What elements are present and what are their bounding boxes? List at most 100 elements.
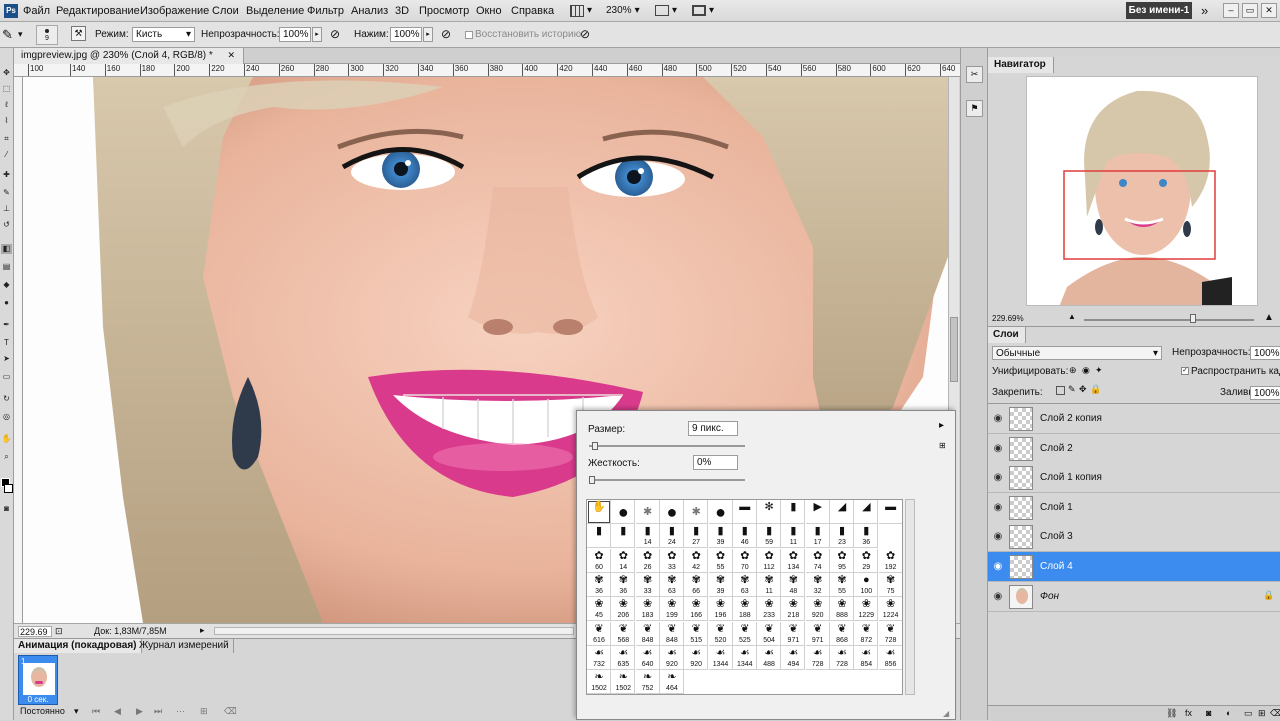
brush-preset[interactable]: ▮ 27 [684, 524, 709, 549]
document-tab[interactable]: imgpreview.jpg @ 230% (Слой 4, RGB/8) * … [14, 48, 244, 64]
brush-preset[interactable]: ✿ 192 [878, 548, 902, 573]
zoom-slider-knob[interactable] [1190, 314, 1196, 323]
brush-preset[interactable]: ☙ 640 [635, 645, 660, 670]
scroll-thumb[interactable] [950, 317, 958, 382]
brush-preset[interactable]: ❀ 183 [635, 597, 660, 622]
zoom-in-icon[interactable]: ▲ [1264, 312, 1274, 323]
brush-size-input[interactable]: 9 пикс. [688, 421, 738, 436]
brush-preset[interactable]: ✻ [757, 500, 782, 524]
arrange-documents-button[interactable]: ▾ [655, 3, 677, 18]
brush-preset[interactable]: ☙ 1344 [708, 645, 733, 670]
brush-preset[interactable]: ❀ 206 [611, 597, 636, 622]
brush-preset[interactable]: ● [659, 500, 684, 524]
brush-preset[interactable]: ✿ 33 [659, 548, 684, 573]
pen-tool-icon[interactable]: ✒ [1, 320, 12, 330]
tool-preset-dropdown-icon[interactable]: ▾ [18, 29, 23, 40]
zoom-level-dropdown[interactable]: 230% ▾ [606, 3, 640, 18]
brush-hardness-slider-knob[interactable] [589, 476, 595, 484]
brush-preset[interactable]: ✿ 74 [805, 548, 830, 573]
brush-preset[interactable]: ❦ 971 [805, 621, 830, 646]
brush-preset[interactable]: ❀ 1229 [854, 597, 879, 622]
brush-preset[interactable]: ☙ 494 [781, 645, 806, 670]
brush-preset[interactable]: ▮ 59 [757, 524, 782, 549]
brush-preset[interactable]: ❀ 196 [708, 597, 733, 622]
brush-preset[interactable]: ✿ 42 [684, 548, 709, 573]
menu-select[interactable]: Выделение [246, 5, 304, 17]
crop-tool-icon[interactable]: ⌗ [1, 134, 12, 144]
brush-preset[interactable]: ☙ 635 [611, 645, 636, 670]
chevron-down-icon[interactable]: ▾ [74, 706, 79, 717]
move-tool-icon[interactable]: ✥ [1, 68, 12, 78]
brush-preset[interactable]: ✿ 70 [732, 548, 757, 573]
brush-preset[interactable]: ❀ 1224 [878, 597, 902, 622]
blur-tool-icon[interactable]: ◆ [1, 280, 12, 290]
delete-frame-icon[interactable]: ⌫ [224, 706, 237, 717]
brush-preset[interactable]: ✾ 63 [659, 572, 684, 597]
more-workspaces-icon[interactable]: » [1201, 3, 1208, 18]
menu-edit[interactable]: Редактирование [56, 5, 140, 17]
brush-hardness-input[interactable]: 0% [693, 455, 738, 470]
menu-analysis[interactable]: Анализ [351, 5, 388, 17]
lock-pixels-icon[interactable]: ✎ [1068, 384, 1076, 395]
brush-preset[interactable]: ☙ 854 [854, 645, 879, 670]
brush-size-slider[interactable] [589, 442, 745, 450]
brush-preset[interactable]: ▬ [878, 500, 902, 524]
mode-dropdown[interactable]: Кисть ▾ [132, 27, 195, 42]
menu-help[interactable]: Справка [511, 5, 554, 17]
screen-layout-button[interactable]: ▾ [692, 3, 714, 18]
screen-mode-button[interactable]: ▾ [570, 3, 592, 18]
brush-preset[interactable]: ❦ 568 [611, 621, 636, 646]
navigator-title[interactable]: Навигатор [988, 57, 1054, 73]
close-icon[interactable]: ✕ [227, 48, 235, 63]
brush-preset[interactable]: ✿ 29 [854, 548, 879, 573]
zoom-out-icon[interactable]: ▲ [1068, 312, 1076, 321]
brush-preset[interactable]: ✾ 48 [781, 572, 806, 597]
brush-preset[interactable]: ✾ 75 [878, 572, 902, 597]
navigator-zoom-slider[interactable] [1084, 319, 1254, 321]
opacity-slider-arrow-icon[interactable]: ▸ [312, 27, 322, 42]
brush-preset[interactable]: ☙ 728 [830, 645, 854, 670]
brush-preset[interactable]: ▮ 14 [635, 524, 660, 549]
layer-row[interactable]: ◉ Слой 4 [988, 552, 1280, 582]
brush-preset[interactable]: ▮ 23 [830, 524, 854, 549]
new-layer-icon[interactable]: ⊞ [1258, 708, 1266, 719]
menu-view[interactable]: Просмотр [419, 5, 469, 17]
brush-preset[interactable]: ❧ 464 [659, 670, 684, 694]
visibility-eye-icon[interactable]: ◉ [992, 591, 1004, 602]
zoom-status-icon[interactable]: ⊡ [55, 626, 63, 637]
brush-preset[interactable]: ❧ 752 [635, 670, 660, 694]
brush-preset[interactable]: ❦ 848 [659, 621, 684, 646]
visibility-eye-icon[interactable]: ◉ [992, 413, 1004, 424]
brush-preset[interactable]: ✿ 55 [708, 548, 733, 573]
visibility-eye-icon[interactable]: ◉ [992, 561, 1004, 572]
layers-title[interactable]: Слои [988, 327, 1026, 343]
background-color-swatch[interactable] [4, 484, 13, 493]
quick-mask-icon[interactable]: ◙ [1, 504, 12, 514]
brush-preset[interactable]: ❦ 868 [830, 621, 854, 646]
brush-preset[interactable]: ❦ 515 [684, 621, 709, 646]
healing-tool-icon[interactable]: ✚ [1, 170, 12, 180]
ps-logo-icon[interactable]: Ps [4, 4, 18, 18]
brush-preset[interactable]: ☙ 920 [659, 645, 684, 670]
opacity-input[interactable]: 100% [279, 27, 311, 42]
visibility-eye-icon[interactable]: ◉ [992, 502, 1004, 513]
lasso-tool-icon[interactable]: ℓ [1, 100, 12, 110]
brush-size-slider-knob[interactable] [592, 442, 598, 450]
pressure-input[interactable]: 100% [390, 27, 422, 42]
propagate-frame-checkbox[interactable]: ✓ [1181, 367, 1189, 375]
new-brush-preset-icon[interactable]: ⊞ [939, 441, 946, 450]
brush-preset[interactable]: ✿ 134 [781, 548, 806, 573]
visibility-eye-icon[interactable]: ◉ [992, 531, 1004, 542]
brush-preset[interactable]: ● 100 [854, 572, 879, 597]
brush-preset[interactable]: ▮ [611, 524, 636, 549]
adjustment-layer-icon[interactable]: ◐ [1226, 708, 1231, 718]
brush-preset[interactable]: ❦ 728 [878, 621, 902, 646]
brush-preset[interactable]: ❀ 218 [781, 597, 806, 622]
brush-preset[interactable]: ❀ 166 [684, 597, 709, 622]
brush-preset[interactable]: ✾ 36 [587, 572, 611, 597]
brush-preset[interactable]: ▮ 11 [781, 524, 806, 549]
brush-preset[interactable]: ✿ 26 [635, 548, 660, 573]
layer-name[interactable]: Слой 1 [1040, 502, 1073, 513]
animation-frame[interactable]: 1 0 сек. [18, 655, 58, 705]
brush-tool-icon[interactable]: ✎ [2, 27, 13, 43]
